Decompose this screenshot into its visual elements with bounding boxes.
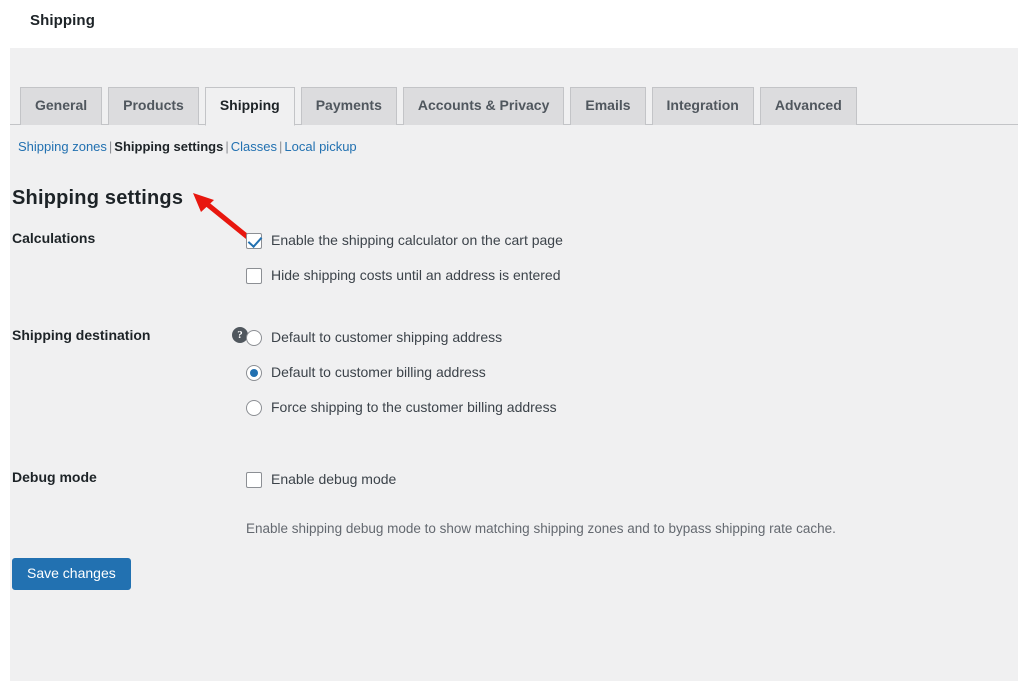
radio-label-default-shipping-address: Default to customer shipping address <box>271 329 503 345</box>
calculations-controls: Enable the shipping calculator on the ca… <box>246 223 1018 293</box>
tab-emails[interactable]: Emails <box>570 87 646 125</box>
left-gutter <box>0 48 10 681</box>
radio-row-default-billing-address[interactable]: Default to customer billing address <box>246 355 1018 390</box>
checkbox-hide-shipping-costs[interactable] <box>246 267 262 284</box>
radio-row-default-shipping-address[interactable]: Default to customer shipping address <box>246 320 1018 355</box>
settings-page: General Products Shipping Payments Accounts … <box>10 48 1018 681</box>
subnav-separator-2: | <box>225 139 229 154</box>
page-title: Shipping <box>30 12 95 29</box>
tab-advanced[interactable]: Advanced <box>759 87 857 125</box>
shipping-destination-controls: Default to customer shipping address Def… <box>246 320 1018 425</box>
section-heading: Shipping settings <box>12 186 184 209</box>
submit-area: Save changes <box>12 558 131 591</box>
label-calculations: Calculations <box>12 230 96 246</box>
checkbox-row-enable-debug-mode[interactable]: Enable debug mode <box>246 462 1018 497</box>
debug-mode-controls: Enable debug mode Enable shipping debug … <box>246 462 1018 552</box>
radio-label-force-billing-address: Force shipping to the customer billing a… <box>271 399 557 415</box>
settings-tab-bar: General Products Shipping Payments Accounts … <box>10 86 1018 126</box>
subnav-item-classes[interactable]: Classes <box>231 139 277 154</box>
shipping-subnav: Shipping zones | Shipping settings | Classes… <box>18 134 357 160</box>
tab-shipping[interactable]: Shipping <box>204 87 295 126</box>
tab-products[interactable]: Products <box>108 87 199 125</box>
tab-accounts-and-privacy[interactable]: Accounts & Privacy <box>402 87 565 125</box>
radio-default-billing-address[interactable] <box>246 364 262 381</box>
radio-label-default-billing-address: Default to customer billing address <box>271 364 486 380</box>
label-debug-mode: Debug mode <box>12 469 97 485</box>
form-row-debug-mode: Debug mode Enable debug mode Enable ship… <box>10 462 1018 542</box>
save-changes-button[interactable]: Save changes <box>12 558 131 591</box>
label-shipping-destination: Shipping destination <box>12 327 151 343</box>
radio-default-shipping-address[interactable] <box>246 329 262 346</box>
radio-force-billing-address[interactable] <box>246 399 262 416</box>
checkbox-row-enable-shipping-calculator[interactable]: Enable the shipping calculator on the ca… <box>246 223 1018 258</box>
form-row-shipping-destination: Shipping destination ? Default to custom… <box>10 320 1018 462</box>
checkbox-label-hide-shipping-costs: Hide shipping costs until an address is … <box>271 267 561 283</box>
checkbox-enable-debug-mode[interactable] <box>246 471 262 488</box>
checkbox-label-enable-shipping-calculator: Enable the shipping calculator on the ca… <box>271 232 563 248</box>
checkbox-row-hide-shipping-costs[interactable]: Hide shipping costs until an address is … <box>246 258 1018 293</box>
subnav-item-shipping-settings[interactable]: Shipping settings <box>114 139 223 154</box>
top-header-bar: Shipping <box>0 0 1018 48</box>
checkbox-label-enable-debug-mode: Enable debug mode <box>271 471 397 487</box>
tab-integration[interactable]: Integration <box>651 87 754 125</box>
radio-row-force-billing-address[interactable]: Force shipping to the customer billing a… <box>246 390 1018 425</box>
shipping-settings-form: Calculations Enable the shipping calcula… <box>10 223 1018 542</box>
form-row-calculations: Calculations Enable the shipping calcula… <box>10 223 1018 320</box>
tab-general[interactable]: General <box>20 87 103 125</box>
subnav-item-local-pickup[interactable]: Local pickup <box>284 139 356 154</box>
checkbox-enable-shipping-calculator[interactable] <box>246 232 262 249</box>
tab-payments[interactable]: Payments <box>300 87 397 125</box>
subnav-item-shipping-zones[interactable]: Shipping zones <box>18 139 107 154</box>
debug-mode-description: Enable shipping debug mode to show match… <box>246 520 836 536</box>
